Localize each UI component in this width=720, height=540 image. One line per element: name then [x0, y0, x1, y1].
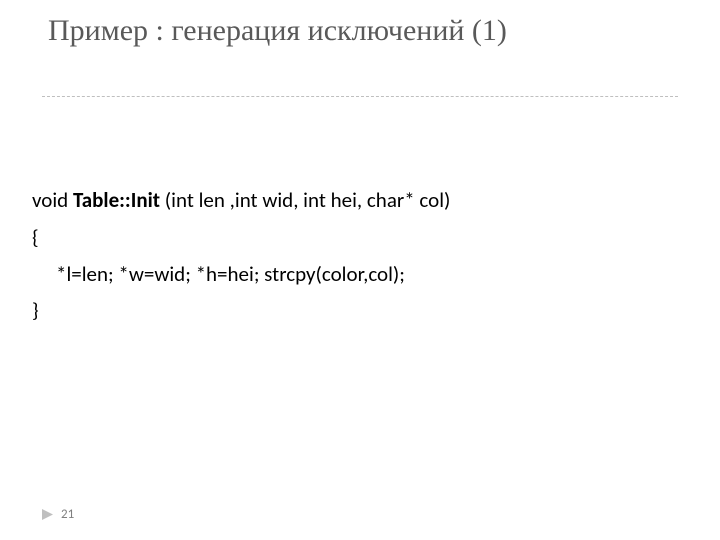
- code-line-1: void Table::Init (int len ,int wid, int …: [32, 182, 672, 219]
- title-underline: [42, 96, 678, 97]
- code-text-bold: Table::Init: [73, 187, 165, 213]
- footer: 21: [42, 507, 74, 522]
- code-line-2: {: [32, 219, 672, 256]
- code-block: void Table::Init (int len ,int wid, int …: [32, 182, 672, 329]
- slide: Пример : генерация исключений (1) void T…: [0, 0, 720, 540]
- play-icon: [42, 509, 53, 520]
- code-line-3: *l=len; *w=wid; *h=hei; strcpy(color,col…: [32, 256, 672, 293]
- code-text: void: [32, 187, 73, 213]
- code-line-4: }: [32, 292, 672, 329]
- code-text: (int len ,int wid, int hei, char* col): [165, 187, 451, 213]
- slide-title: Пример : генерация исключений (1): [48, 12, 688, 50]
- page-number: 21: [61, 507, 74, 522]
